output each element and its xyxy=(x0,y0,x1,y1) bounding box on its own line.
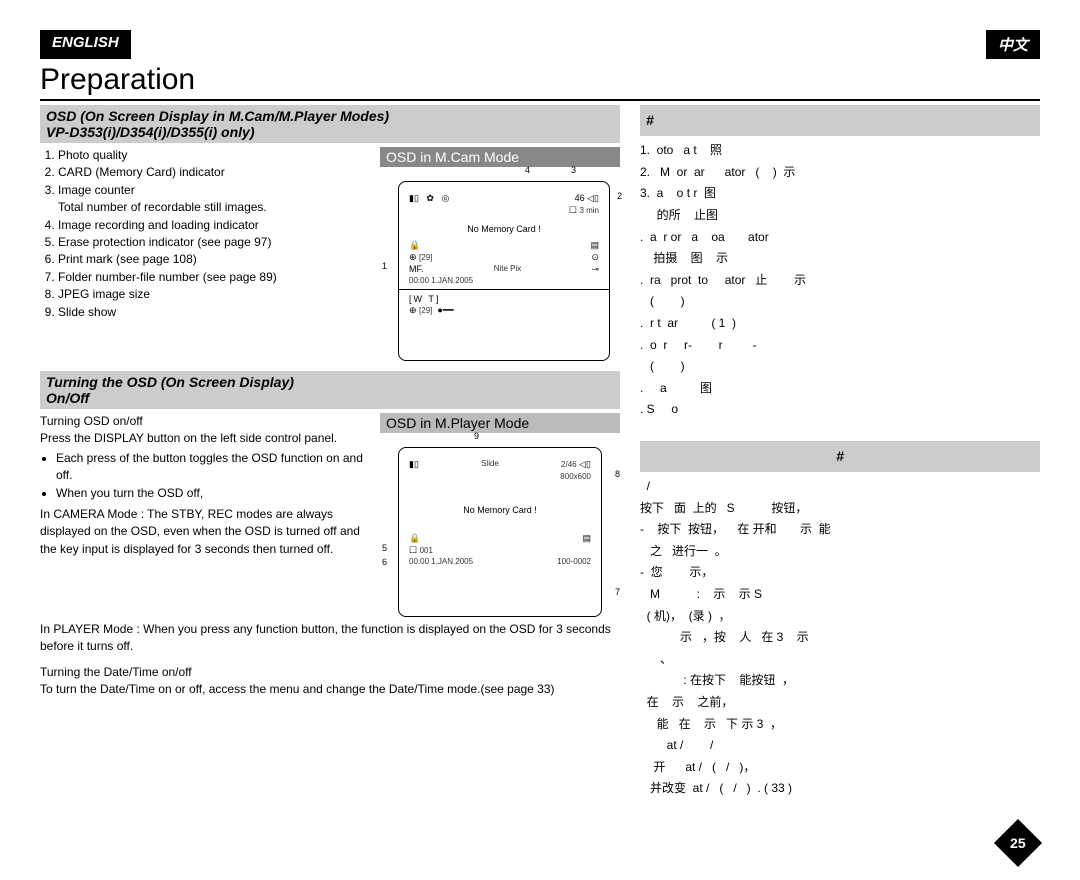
callout-6: 6 xyxy=(382,557,387,567)
no-card-msg: No Memory Card ! xyxy=(409,224,599,234)
list-item: Image recording and loading indicator xyxy=(58,217,370,234)
datetime: 00:00 1.JAN.2005 xyxy=(409,557,473,566)
list-item: Erase protection indicator (see page 97) xyxy=(58,234,370,251)
osd-feature-list: Photo quality CARD (Memory Card) indicat… xyxy=(40,147,370,361)
battery-icon: ▮▯ ✿ ◎ xyxy=(409,193,449,204)
file-num: 100-0002 xyxy=(557,557,591,566)
callout-8: 8 xyxy=(615,469,620,479)
section1-heading-line2: VP-D353(i)/D354(i)/D355(i) only) xyxy=(46,124,614,140)
para-title: Turning the Date/Time on/off xyxy=(40,664,620,681)
para-line: In PLAYER Mode : When you press any func… xyxy=(40,621,620,656)
diagram-mcam: OSD in M.Cam Mode 1 2 3 4 ▮▯ ✿ ◎ 46 ◁▯ ☐… xyxy=(380,147,620,361)
para-title: Turning OSD on/off xyxy=(40,413,370,430)
para-line: To turn the Date/Time on or off, access … xyxy=(40,681,620,698)
cn-list2: / 按下 面 上的 S 按钮， - 按下 按钮， 在 开和 示 能 之 进行一 … xyxy=(640,476,1040,800)
section2-heading-cn: # xyxy=(640,441,1040,472)
callout-5: 5 xyxy=(382,543,387,553)
battery-icon: ▮▯ xyxy=(409,459,419,470)
list-item: Slide show xyxy=(58,304,370,321)
no-card-msg: No Memory Card ! xyxy=(409,505,591,515)
diagram-mplayer-screen: ▮▯ Slide 2/46 ◁▯ 800x600 No Memory Card … xyxy=(398,447,602,617)
list-item: JPEG image size xyxy=(58,286,370,303)
english-column: OSD (On Screen Display in M.Cam/M.Player… xyxy=(40,105,620,800)
slide-label: Slide xyxy=(481,459,499,470)
lock-icon: 🔒 xyxy=(409,533,420,544)
diagram-mplayer-title: OSD in M.Player Mode xyxy=(380,413,620,433)
list-item: Folder number-file number (see page 89) xyxy=(58,269,370,286)
callout-4: 4 xyxy=(525,165,530,175)
folder-num: 001 xyxy=(420,546,433,555)
list-item: Image counterTotal number of recordable … xyxy=(58,182,370,217)
callout-1: 1 xyxy=(382,261,387,271)
nite-pix: Nite Pix xyxy=(494,264,522,275)
zoom-bar: [W T] xyxy=(409,294,599,304)
resolution: 800x600 xyxy=(409,471,591,481)
manual-page: ENGLISH 中文 Preparation OSD (On Screen Di… xyxy=(0,0,1080,880)
datetime: 00:00 1.JAN.2005 xyxy=(409,276,599,285)
callout-3: 3 xyxy=(571,165,576,175)
para-line: Press the DISPLAY button on the left sid… xyxy=(40,430,370,447)
chinese-column: # 1. oto a t 照 2. M or ar ator ( ) 示 3. … xyxy=(640,105,1040,800)
diagram-mcam-screen: ▮▯ ✿ ◎ 46 ◁▯ ☐ 3 min No Memory Card ! 🔒▤… xyxy=(398,181,610,361)
callout-9: 9 xyxy=(474,431,479,441)
tab-english: ENGLISH xyxy=(40,30,131,59)
section2-heading: Turning the OSD (On Screen Display) On/O… xyxy=(40,371,620,409)
callout-2: 2 xyxy=(617,191,622,201)
section1-heading-line1: OSD (On Screen Display in M.Cam/M.Player… xyxy=(46,108,614,124)
diagram-mplayer: OSD in M.Player Mode 5 6 7 8 9 ▮▯ Slide xyxy=(380,413,620,617)
language-tabs: ENGLISH 中文 xyxy=(40,30,1040,59)
osd-onoff-text: Turning OSD on/off Press the DISPLAY but… xyxy=(40,413,370,617)
section2-heading-line2: On/Off xyxy=(46,390,614,406)
para-line: In CAMERA Mode : The STBY, REC modes are… xyxy=(40,506,370,558)
tab-chinese: 中文 xyxy=(986,30,1040,59)
page-title: Preparation xyxy=(40,63,1040,101)
osd-onoff-text-cont: In PLAYER Mode : When you press any func… xyxy=(40,621,620,699)
rec-time: ☐ 3 min xyxy=(409,205,599,216)
page-number: 25 xyxy=(1010,835,1026,851)
para-bullet: Each press of the button toggles the OSD… xyxy=(56,450,370,485)
section2-heading-line1: Turning the OSD (On Screen Display) xyxy=(46,374,614,390)
diagram-mcam-title: OSD in M.Cam Mode xyxy=(380,147,620,167)
list-item: Photo quality xyxy=(58,147,370,164)
para-bullet: When you turn the OSD off, xyxy=(56,485,370,502)
list-item: Print mark (see page 108) xyxy=(58,251,370,268)
section1-heading: OSD (On Screen Display in M.Cam/M.Player… xyxy=(40,105,620,143)
cn-list1: 1. oto a t 照 2. M or ar ator ( ) 示 3. a … xyxy=(640,140,1040,421)
section1-heading-cn: # xyxy=(640,105,1040,136)
mf-label: MF. xyxy=(409,264,424,275)
callout-7: 7 xyxy=(615,587,620,597)
lock-icon: 🔒 xyxy=(409,240,420,251)
list-item: CARD (Memory Card) indicator xyxy=(58,164,370,181)
